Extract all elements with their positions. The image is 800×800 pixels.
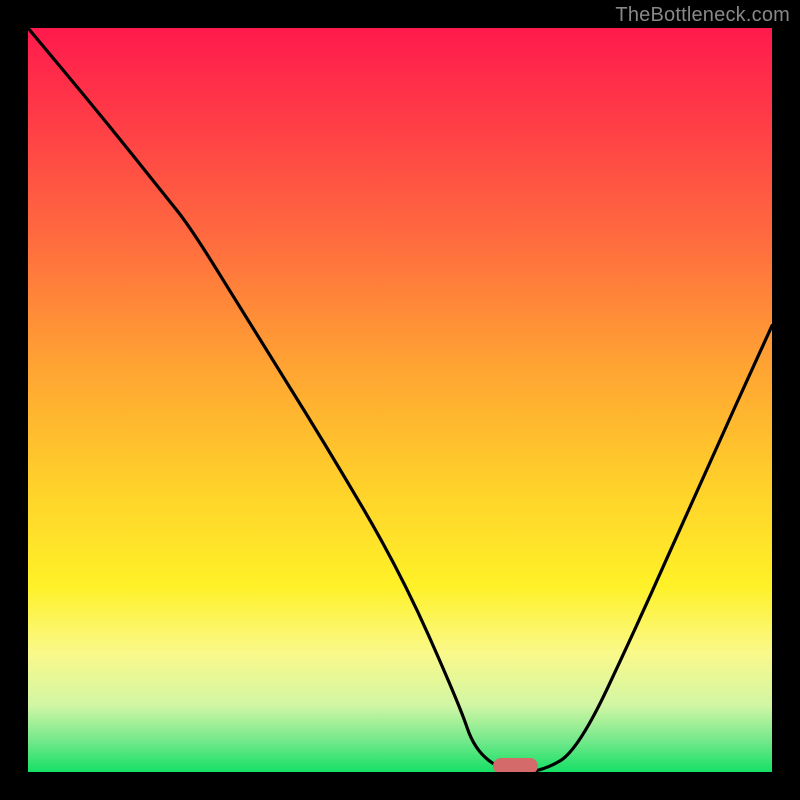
bottleneck-curve xyxy=(28,28,772,772)
chart-frame: TheBottleneck.com xyxy=(0,0,800,800)
plot-area xyxy=(28,28,772,772)
watermark-text: TheBottleneck.com xyxy=(615,4,790,27)
optimal-marker xyxy=(493,758,538,772)
